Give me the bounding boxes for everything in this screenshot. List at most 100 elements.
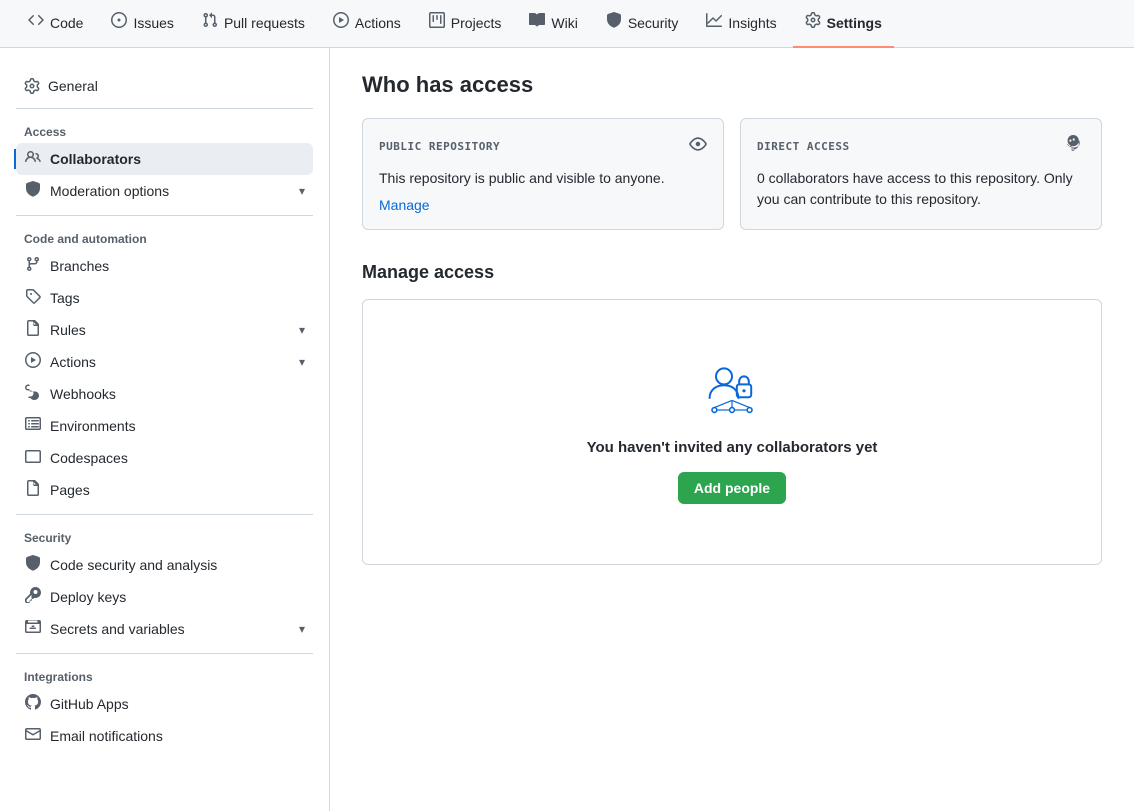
nav-actions-label: Actions [355, 15, 401, 31]
sidebar: General Access Collaborators Moderation … [0, 48, 330, 811]
actions-icon [333, 12, 349, 33]
nav-settings-label: Settings [827, 15, 882, 31]
manage-link[interactable]: Manage [379, 197, 430, 213]
sidebar-item-moderation[interactable]: Moderation options ▾ [16, 175, 313, 207]
public-repo-label: PUBLIC REPOSITORY [379, 140, 500, 153]
sidebar-item-github-apps[interactable]: GitHub Apps [16, 688, 313, 720]
sidebar-pages-label: Pages [50, 482, 90, 498]
nav-settings[interactable]: Settings [793, 0, 894, 48]
eye-icon [689, 135, 707, 158]
sidebar-divider-4 [16, 653, 313, 654]
public-repo-card: PUBLIC REPOSITORY This repository is pub… [362, 118, 724, 230]
add-people-button[interactable]: Add people [678, 472, 786, 504]
secrets-chevron: ▾ [299, 622, 305, 636]
rules-chevron: ▾ [299, 323, 305, 337]
actions-chevron: ▾ [299, 355, 305, 369]
sidebar-environments-label: Environments [50, 418, 136, 434]
nav-issues-label: Issues [133, 15, 173, 31]
gear-icon [24, 78, 40, 94]
code-security-icon [24, 555, 42, 575]
code-icon [28, 12, 44, 33]
sidebar-item-collaborators[interactable]: Collaborators [16, 143, 313, 175]
sidebar-moderation-label: Moderation options [50, 183, 169, 199]
access-cards: PUBLIC REPOSITORY This repository is pub… [362, 118, 1102, 230]
sidebar-item-code-security[interactable]: Code security and analysis [16, 549, 313, 581]
sidebar-codespaces-label: Codespaces [50, 450, 128, 466]
pull-requests-icon [202, 12, 218, 33]
sidebar-section-integrations: Integrations [16, 662, 313, 688]
sidebar-item-actions[interactable]: Actions ▾ [16, 346, 313, 378]
nav-insights[interactable]: Insights [694, 0, 788, 48]
no-collab-illustration [692, 360, 772, 420]
person-search-icon [1067, 135, 1085, 158]
insights-icon [706, 12, 722, 33]
nav-pull-requests[interactable]: Pull requests [190, 0, 317, 48]
nav-insights-label: Insights [728, 15, 776, 31]
collaborators-icon [24, 149, 42, 169]
tags-icon [24, 288, 42, 308]
projects-icon [429, 12, 445, 33]
moderation-icon [24, 181, 42, 201]
sidebar-general[interactable]: General [16, 72, 313, 100]
sidebar-webhooks-label: Webhooks [50, 386, 116, 402]
sidebar-item-environments[interactable]: Environments [16, 410, 313, 442]
settings-icon [805, 12, 821, 33]
sidebar-secrets-label: Secrets and variables [50, 621, 185, 637]
sidebar-item-tags[interactable]: Tags [16, 282, 313, 314]
wiki-icon [529, 12, 545, 33]
nav-issues[interactable]: Issues [99, 0, 185, 48]
page-title: Who has access [362, 72, 1102, 98]
sidebar-item-secrets[interactable]: Secrets and variables ▾ [16, 613, 313, 645]
codespaces-icon [24, 448, 42, 468]
layout: General Access Collaborators Moderation … [0, 48, 1134, 811]
sidebar-code-security-label: Code security and analysis [50, 557, 217, 573]
direct-access-card: DIRECT ACCESS 0 collaborators have acces… [740, 118, 1102, 230]
sidebar-branches-label: Branches [50, 258, 109, 274]
nav-code[interactable]: Code [16, 0, 95, 48]
nav-wiki[interactable]: Wiki [517, 0, 589, 48]
sidebar-section-access: Access [16, 117, 313, 143]
secrets-icon [24, 619, 42, 639]
sidebar-collaborators-label: Collaborators [50, 151, 141, 167]
sidebar-item-rules[interactable]: Rules ▾ [16, 314, 313, 346]
no-collab-text: You haven't invited any collaborators ye… [587, 439, 878, 456]
manage-access-title: Manage access [362, 262, 1102, 283]
nav-wiki-label: Wiki [551, 15, 577, 31]
nav-security-label: Security [628, 15, 679, 31]
security-icon [606, 12, 622, 33]
main-content: Who has access PUBLIC REPOSITORY This re… [330, 48, 1134, 811]
sidebar-rules-label: Rules [50, 322, 86, 338]
pages-icon [24, 480, 42, 500]
top-nav: Code Issues Pull requests Actions Projec… [0, 0, 1134, 48]
sidebar-item-branches[interactable]: Branches [16, 250, 313, 282]
branches-icon [24, 256, 42, 276]
direct-access-label: DIRECT ACCESS [757, 140, 850, 153]
sidebar-divider-2 [16, 215, 313, 216]
github-apps-icon [24, 694, 42, 714]
collab-icon-wrapper [692, 360, 772, 423]
sidebar-github-apps-label: GitHub Apps [50, 696, 129, 712]
sidebar-item-deploy-keys[interactable]: Deploy keys [16, 581, 313, 613]
sidebar-general-label: General [48, 78, 98, 94]
webhooks-icon [24, 384, 42, 404]
nav-actions[interactable]: Actions [321, 0, 413, 48]
sidebar-actions-label: Actions [50, 354, 96, 370]
sidebar-item-pages[interactable]: Pages [16, 474, 313, 506]
sidebar-deploy-keys-label: Deploy keys [50, 589, 126, 605]
sidebar-tags-label: Tags [50, 290, 80, 306]
sidebar-item-webhooks[interactable]: Webhooks [16, 378, 313, 410]
nav-security[interactable]: Security [594, 0, 691, 48]
sidebar-section-code-automation: Code and automation [16, 224, 313, 250]
sidebar-section-security: Security [16, 523, 313, 549]
environments-icon [24, 416, 42, 436]
deploy-keys-icon [24, 587, 42, 607]
sidebar-item-codespaces[interactable]: Codespaces [16, 442, 313, 474]
sidebar-divider-3 [16, 514, 313, 515]
sidebar-divider-1 [16, 108, 313, 109]
public-repo-text: This repository is public and visible to… [379, 168, 707, 189]
email-notifications-icon [24, 726, 42, 746]
nav-projects[interactable]: Projects [417, 0, 514, 48]
nav-code-label: Code [50, 15, 83, 31]
sidebar-item-email-notifications[interactable]: Email notifications [16, 720, 313, 752]
rules-icon [24, 320, 42, 340]
